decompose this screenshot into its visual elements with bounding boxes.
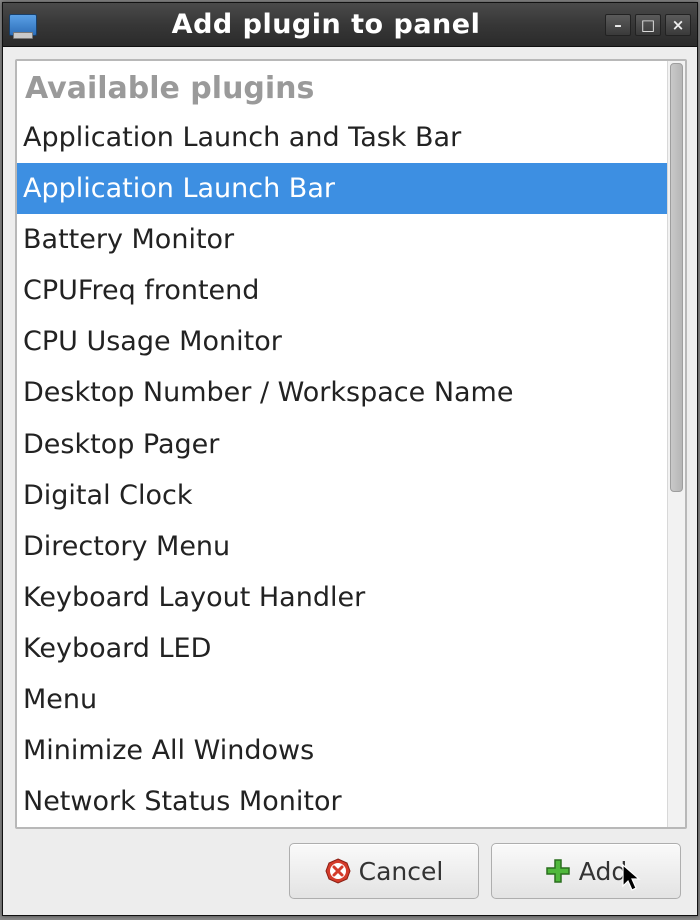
window-title: Add plugin to panel [47,9,605,40]
add-icon [545,858,571,884]
list-item-label: Desktop Number / Workspace Name [23,377,513,408]
cancel-button-label: Cancel [359,857,444,886]
plugin-list-frame: Available plugins Application Launch and… [15,59,687,829]
cancel-button[interactable]: Cancel [289,843,479,899]
list-item[interactable]: Directory Menu [17,521,667,572]
list-item-label: CPUFreq frontend [23,275,259,306]
scrollbar[interactable] [667,61,685,827]
list-item-label: Minimize All Windows [23,735,314,766]
list-item-label: Desktop Pager [23,429,219,460]
list-item[interactable]: Application Launch Bar [17,163,667,214]
dialog-buttons: Cancel Add [15,829,687,905]
window-controls: – □ × [605,14,691,36]
list-item[interactable]: CPUFreq frontend [17,265,667,316]
add-button-label: Add [579,857,627,886]
list-item[interactable]: Keyboard LED [17,623,667,674]
list-item-label: Menu [23,684,97,715]
list-item[interactable]: Desktop Pager [17,419,667,470]
list-section-header: Available plugins [17,61,667,112]
maximize-button[interactable]: □ [635,14,661,36]
list-item[interactable]: Desktop Number / Workspace Name [17,367,667,418]
list-item[interactable]: Minimize All Windows [17,725,667,776]
scroll-thumb[interactable] [670,63,683,492]
monitor-icon [9,14,37,36]
list-item[interactable]: Battery Monitor [17,214,667,265]
list-item-label: Digital Clock [23,480,193,511]
list-item-label: Application Launch and Task Bar [23,122,461,153]
dialog-window: Add plugin to panel – □ × Available plug… [2,2,698,916]
close-button[interactable]: × [665,14,691,36]
list-item-label: Keyboard Layout Handler [23,582,365,613]
list-item[interactable]: CPU Usage Monitor [17,316,667,367]
list-item-label: Keyboard LED [23,633,211,664]
list-item[interactable]: Menu [17,674,667,725]
minimize-button[interactable]: – [605,14,631,36]
list-item-label: CPU Usage Monitor [23,326,282,357]
list-item[interactable]: Application Launch and Task Bar [17,112,667,163]
list-item-label: Directory Menu [23,531,230,562]
list-item[interactable]: Network Status Monitor [17,776,667,827]
dialog-content: Available plugins Application Launch and… [3,47,697,915]
list-item-label: Network Status Monitor [23,786,342,817]
cancel-icon [325,858,351,884]
list-item[interactable]: Keyboard Layout Handler [17,572,667,623]
add-button[interactable]: Add [491,843,681,899]
titlebar[interactable]: Add plugin to panel – □ × [3,3,697,47]
list-item-label: Battery Monitor [23,224,234,255]
list-item[interactable]: Digital Clock [17,470,667,521]
list-item-label: Application Launch Bar [23,173,335,204]
plugin-list[interactable]: Available plugins Application Launch and… [17,61,667,827]
